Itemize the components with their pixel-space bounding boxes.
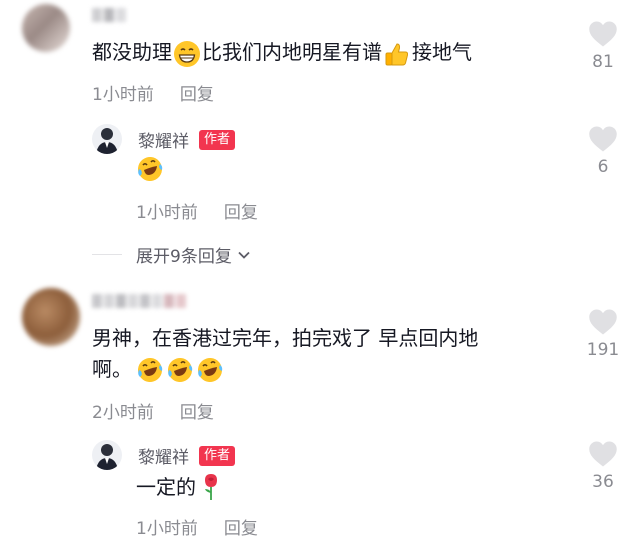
expand-replies-button[interactable]: 展开9条回复 <box>136 242 252 267</box>
author-name[interactable]: 黎耀祥 <box>138 443 189 468</box>
reply-button[interactable]: 回复 <box>224 203 258 223</box>
comment-1: 都没助理 比我们内地明星有谱 接地气 1小时前 回复 81 黎耀祥 作者 1小时前… <box>0 0 640 280</box>
like-count: 191 <box>586 340 620 360</box>
author-reply-meta: 1小时前 回复 <box>136 514 258 539</box>
rose-emoji-icon <box>205 474 217 500</box>
like-button[interactable]: 6 <box>578 125 628 177</box>
chevron-down-icon <box>238 251 250 259</box>
commenter-name[interactable] <box>92 294 186 308</box>
author-badge: 作者 <box>199 129 236 150</box>
commenter-avatar[interactable] <box>22 288 80 346</box>
heart-icon <box>589 126 617 152</box>
author-reply-meta: 1小时前 回复 <box>136 198 258 223</box>
grinning-emoji-icon <box>174 40 200 67</box>
comment-text: 男神，在香港过完年，拍完戏了 早点回内地 啊。 <box>92 324 478 383</box>
comment-meta: 2小时前 回复 <box>92 398 214 423</box>
reply-button[interactable]: 回复 <box>224 519 258 539</box>
thumbs-up-emoji-icon <box>384 41 410 67</box>
reply-time: 1小时前 <box>136 519 198 539</box>
laughing-tears-emoji-icon <box>166 356 193 382</box>
heart-icon <box>589 309 617 335</box>
like-button[interactable]: 81 <box>578 20 628 72</box>
divider <box>92 254 122 255</box>
like-count: 36 <box>592 472 614 492</box>
comment-text-line-2: 啊。 <box>92 355 478 383</box>
comment-2: 男神，在香港过完年，拍完戏了 早点回内地 啊。 2小时前 回复 191 黎耀祥 作… <box>0 280 640 549</box>
author-header: 黎耀祥 作者 <box>138 443 236 468</box>
reply-button[interactable]: 回复 <box>180 403 214 423</box>
comment-text-line-1: 男神，在香港过完年，拍完戏了 早点回内地 <box>92 326 479 350</box>
heart-icon <box>589 21 617 47</box>
comment-text: 都没助理 比我们内地明星有谱 接地气 <box>92 38 472 67</box>
author-header: 黎耀祥 作者 <box>138 127 236 152</box>
author-avatar[interactable] <box>92 440 122 470</box>
like-count: 81 <box>592 52 614 72</box>
author-badge: 作者 <box>199 445 236 466</box>
laughing-tears-emoji-icon <box>136 155 163 181</box>
comment-meta: 1小时前 回复 <box>92 80 214 105</box>
comment-time: 2小时前 <box>92 403 154 423</box>
author-name[interactable]: 黎耀祥 <box>138 127 189 152</box>
like-button[interactable]: 36 <box>578 440 628 492</box>
laughing-tears-emoji-icon <box>196 356 223 382</box>
reply-button[interactable]: 回复 <box>180 85 214 105</box>
laughing-tears-emoji-icon <box>136 356 163 382</box>
commenter-avatar[interactable] <box>22 4 70 52</box>
expand-replies-label: 展开9条回复 <box>136 247 232 267</box>
like-button[interactable]: 191 <box>578 308 628 360</box>
author-avatar[interactable] <box>92 124 122 154</box>
author-reply-text: 一定的 <box>136 473 222 501</box>
reply-time: 1小时前 <box>136 203 198 223</box>
heart-icon <box>589 441 617 467</box>
like-count: 6 <box>597 157 609 177</box>
author-reply-text <box>136 155 163 181</box>
comment-time: 1小时前 <box>92 85 154 105</box>
commenter-name[interactable] <box>92 8 126 22</box>
